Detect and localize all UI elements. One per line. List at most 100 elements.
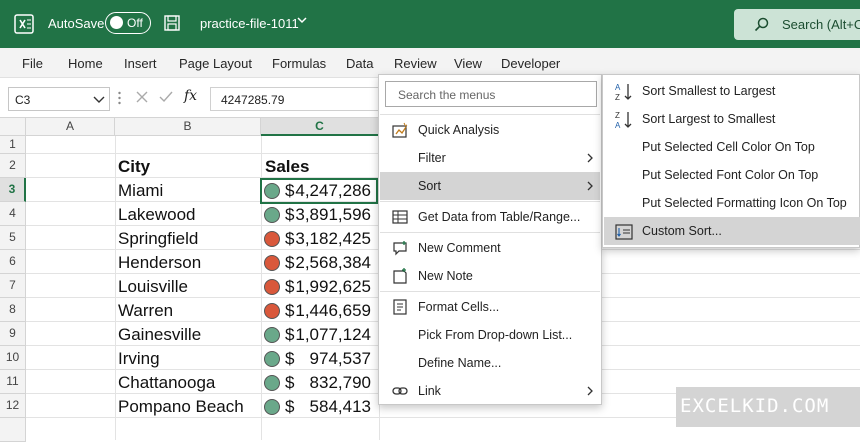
tab-page-layout[interactable]: Page Layout <box>179 56 252 71</box>
menu-item-label: Define Name... <box>418 356 502 370</box>
cell-city[interactable]: Miami <box>118 181 163 201</box>
menu-item-label: Link <box>418 384 441 398</box>
row-header-7[interactable]: 7 <box>0 274 26 298</box>
cell-city[interactable]: Springfield <box>118 229 198 249</box>
row-header-10[interactable]: 10 <box>0 346 26 370</box>
formula-input[interactable]: 4247285.79 <box>210 87 390 111</box>
row-header-1[interactable]: 1 <box>0 136 26 154</box>
header-city[interactable]: City <box>118 157 150 177</box>
cell-sales[interactable]: 3,182,425 <box>295 229 371 249</box>
tab-home[interactable]: Home <box>68 56 103 71</box>
cell-currency[interactable]: $ <box>285 253 294 273</box>
submenu-sort-descending[interactable]: Z A Sort Largest to Smallest <box>604 105 860 133</box>
cell-city[interactable]: Warren <box>118 301 173 321</box>
row-header-5[interactable]: 5 <box>0 226 26 250</box>
cell-currency[interactable]: $ <box>285 205 294 225</box>
menu-item-get-data[interactable]: Get Data from Table/Range... <box>380 203 600 231</box>
row-header-8[interactable]: 8 <box>0 298 26 322</box>
cell-currency[interactable]: $ <box>285 397 294 417</box>
header-sales[interactable]: Sales <box>265 157 309 177</box>
tab-formulas[interactable]: Formulas <box>272 56 326 71</box>
check-icon[interactable] <box>158 89 174 105</box>
tab-data[interactable]: Data <box>346 56 373 71</box>
submenu-custom-sort[interactable]: Custom Sort... <box>604 217 860 245</box>
menu-search-input[interactable]: Search the menus <box>385 81 597 107</box>
row-header-3[interactable]: 3 <box>0 178 26 202</box>
search-box[interactable]: Search (Alt+C <box>734 9 860 40</box>
cell-currency[interactable]: $ <box>285 325 294 345</box>
row-header-9[interactable]: 9 <box>0 322 26 346</box>
cell-sales[interactable]: 974,537 <box>310 349 371 369</box>
cell-sales[interactable]: 832,790 <box>310 373 371 393</box>
status-indicator-icon <box>264 279 280 295</box>
cell-city[interactable]: Irving <box>118 349 160 369</box>
status-indicator-icon <box>264 327 280 343</box>
submenu-font-color-top[interactable]: Put Selected Font Color On Top <box>604 161 860 189</box>
tab-insert[interactable]: Insert <box>124 56 157 71</box>
row-header-13[interactable] <box>0 418 26 442</box>
search-icon <box>754 17 769 32</box>
select-all-corner[interactable] <box>0 118 26 136</box>
cell-currency[interactable]: $ <box>285 277 294 297</box>
row-header-4[interactable]: 4 <box>0 202 26 226</box>
cell-sales[interactable]: 3,891,596 <box>295 205 371 225</box>
autosave-toggle[interactable]: Off <box>105 12 151 34</box>
submenu-cell-color-top[interactable]: Put Selected Cell Color On Top <box>604 133 860 161</box>
table-icon <box>392 210 408 224</box>
save-icon[interactable] <box>163 14 181 32</box>
status-indicator-icon <box>264 255 280 271</box>
status-indicator-icon <box>264 399 280 415</box>
cell-city[interactable]: Gainesville <box>118 325 201 345</box>
row-header-2[interactable]: 2 <box>0 154 26 178</box>
tab-file[interactable]: File <box>22 56 43 71</box>
chevron-right-icon <box>587 386 593 396</box>
cell-city[interactable]: Pompano Beach <box>118 397 244 417</box>
menu-item-quick-analysis[interactable]: Quick Analysis <box>380 116 600 144</box>
menu-item-sort[interactable]: Sort <box>380 172 600 200</box>
chevron-down-icon[interactable] <box>93 96 105 104</box>
menu-item-define-name[interactable]: Define Name... <box>380 349 600 377</box>
status-indicator-icon <box>264 303 280 319</box>
submenu-item-label: Sort Smallest to Largest <box>642 84 776 98</box>
cell-city[interactable]: Lakewood <box>118 205 196 225</box>
quick-analysis-icon <box>392 122 408 138</box>
row-header-12[interactable]: 12 <box>0 394 26 418</box>
cell-currency[interactable]: $ <box>285 229 294 249</box>
menu-item-new-comment[interactable]: New Comment <box>380 234 600 262</box>
sort-descending-icon: Z A <box>615 111 632 130</box>
tab-review[interactable]: Review <box>394 56 437 71</box>
tab-view[interactable]: View <box>454 56 482 71</box>
cell-city[interactable]: Henderson <box>118 253 201 273</box>
active-cell[interactable] <box>260 178 378 204</box>
name-box-value: C3 <box>15 93 31 107</box>
cell-city[interactable]: Chattanooga <box>118 373 215 393</box>
toggle-knob <box>110 16 123 29</box>
separator <box>380 232 600 233</box>
cell-sales[interactable]: 2,568,384 <box>295 253 371 273</box>
cell-sales[interactable]: 1,992,625 <box>295 277 371 297</box>
separator <box>380 114 600 115</box>
file-name[interactable]: practice-file-1011 <box>200 16 299 31</box>
submenu-formatting-icon-top[interactable]: Put Selected Formatting Icon On Top <box>604 189 860 217</box>
status-indicator-icon <box>264 207 280 223</box>
menu-item-new-note[interactable]: New Note <box>380 262 600 290</box>
cell-currency[interactable]: $ <box>285 349 294 369</box>
cell-currency[interactable]: $ <box>285 301 294 321</box>
insert-function-icon[interactable]: fx <box>184 88 197 104</box>
menu-item-filter[interactable]: Filter <box>380 144 600 172</box>
name-box[interactable]: C3 <box>8 87 110 111</box>
cell-sales[interactable]: 584,413 <box>310 397 371 417</box>
cell-city[interactable]: Louisville <box>118 277 188 297</box>
submenu-sort-ascending[interactable]: A Z Sort Smallest to Largest <box>604 77 860 105</box>
row-header-11[interactable]: 11 <box>0 370 26 394</box>
cell-sales[interactable]: 1,077,124 <box>295 325 371 345</box>
menu-item-pick-dropdown[interactable]: Pick From Drop-down List... <box>380 321 600 349</box>
menu-item-format-cells[interactable]: Format Cells... <box>380 293 600 321</box>
row-header-6[interactable]: 6 <box>0 250 26 274</box>
tab-developer[interactable]: Developer <box>501 56 560 71</box>
cancel-icon[interactable] <box>134 89 150 105</box>
menu-item-link[interactable]: Link <box>380 377 600 405</box>
chevron-down-icon[interactable] <box>296 14 308 26</box>
cell-currency[interactable]: $ <box>285 373 294 393</box>
cell-sales[interactable]: 1,446,659 <box>295 301 371 321</box>
